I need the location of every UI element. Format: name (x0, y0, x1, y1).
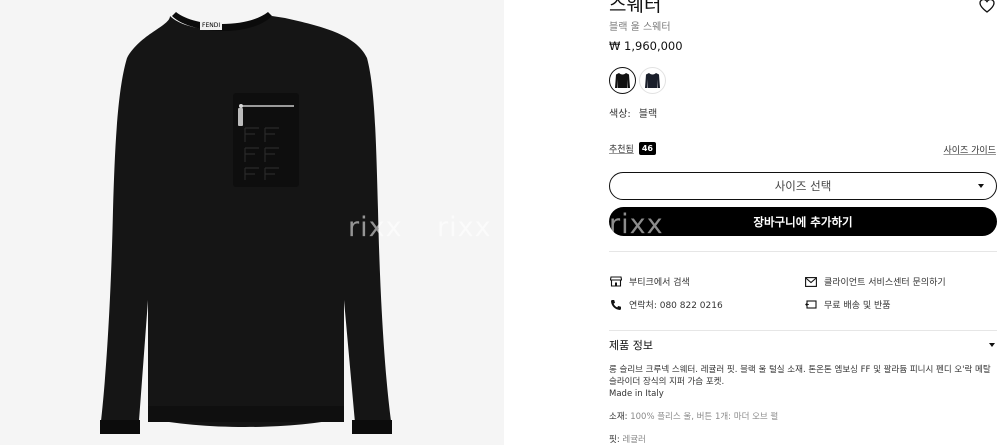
phone-contact-label: 연락처: 080 822 0216 (629, 301, 723, 311)
sweater-thumbnail-icon (615, 73, 630, 88)
store-icon (610, 276, 622, 287)
material-label: 소재: (609, 412, 628, 422)
color-swatch-black[interactable] (609, 67, 636, 94)
sweater-thumbnail-icon (645, 73, 660, 88)
fit-value: 레귤러 (622, 435, 646, 445)
size-guide-link[interactable]: 사이즈 가이드 (943, 143, 996, 156)
product-image[interactable]: FENDI rixx rixx (0, 0, 504, 445)
fit-label: 핏: (609, 435, 620, 445)
recommended-label[interactable]: 추천됨 (609, 142, 634, 155)
product-price: ₩ 1,960,000 (609, 39, 683, 53)
client-service-link[interactable]: 클라이언트 서비스센터 문의하기 (805, 275, 946, 288)
phone-contact-link[interactable]: 연락처: 080 822 0216 (610, 298, 723, 311)
brand-label: FENDI (202, 22, 221, 29)
phone-icon (611, 299, 621, 310)
product-description: 롱 슬리브 크루넥 스웨터. 레귤러 핏. 블랙 울 털실 소재. 톤온톤 엠보… (609, 365, 991, 387)
product-info-heading: 제품 정보 (609, 339, 653, 352)
chevron-down-icon (989, 343, 995, 347)
chevron-down-icon (978, 184, 984, 188)
product-info-accordion[interactable]: 제품 정보 (609, 337, 997, 353)
add-to-cart-button[interactable]: 장바구니에 추가하기 (609, 207, 997, 236)
made-in-text: Made in Italy (609, 389, 664, 399)
material-text: 소재: 100% 플리스 울, 버튼 1개: 마더 오브 펄 (609, 410, 778, 422)
mail-icon (805, 276, 817, 287)
client-service-label: 클라이언트 서비스센터 문의하기 (824, 278, 946, 288)
watermark: rixx (348, 212, 403, 243)
size-select-label: 사이즈 선택 (774, 179, 832, 193)
box-return-icon (805, 300, 817, 309)
wishlist-heart-icon[interactable] (979, 0, 995, 14)
product-subtitle: 블랙 울 스웨터 (609, 22, 671, 33)
divider (609, 330, 997, 331)
recommended-tag[interactable]: 추천됨 46 (609, 142, 656, 155)
watermark: rixx (437, 212, 492, 243)
color-swatch-navy[interactable] (639, 67, 666, 94)
fit-text: 핏: 레귤러 (609, 433, 646, 445)
color-label: 색상: (609, 109, 631, 120)
find-in-boutique-link[interactable]: 부티크에서 검색 (610, 275, 690, 288)
shipping-returns-link[interactable]: 무료 배송 및 반품 (805, 298, 891, 311)
sweater-image (100, 12, 392, 434)
product-title: 스웨터 (609, 0, 662, 16)
find-in-boutique-label: 부티크에서 검색 (629, 278, 690, 288)
shipping-returns-label: 무료 배송 및 반품 (824, 301, 891, 311)
divider (609, 251, 997, 252)
material-value: 100% 플리스 울, 버튼 1개: 마더 오브 펄 (630, 412, 779, 422)
size-select-dropdown[interactable]: 사이즈 선택 (609, 172, 997, 200)
color-value: 블랙 (638, 109, 658, 120)
recommended-count-badge: 46 (638, 142, 656, 155)
selected-color: 색상: 블랙 (609, 105, 657, 120)
product-info-panel: 스웨터 블랙 울 스웨터 ₩ 1,960,000 색상: 블랙 추천됨 46 사이… (609, 0, 997, 445)
